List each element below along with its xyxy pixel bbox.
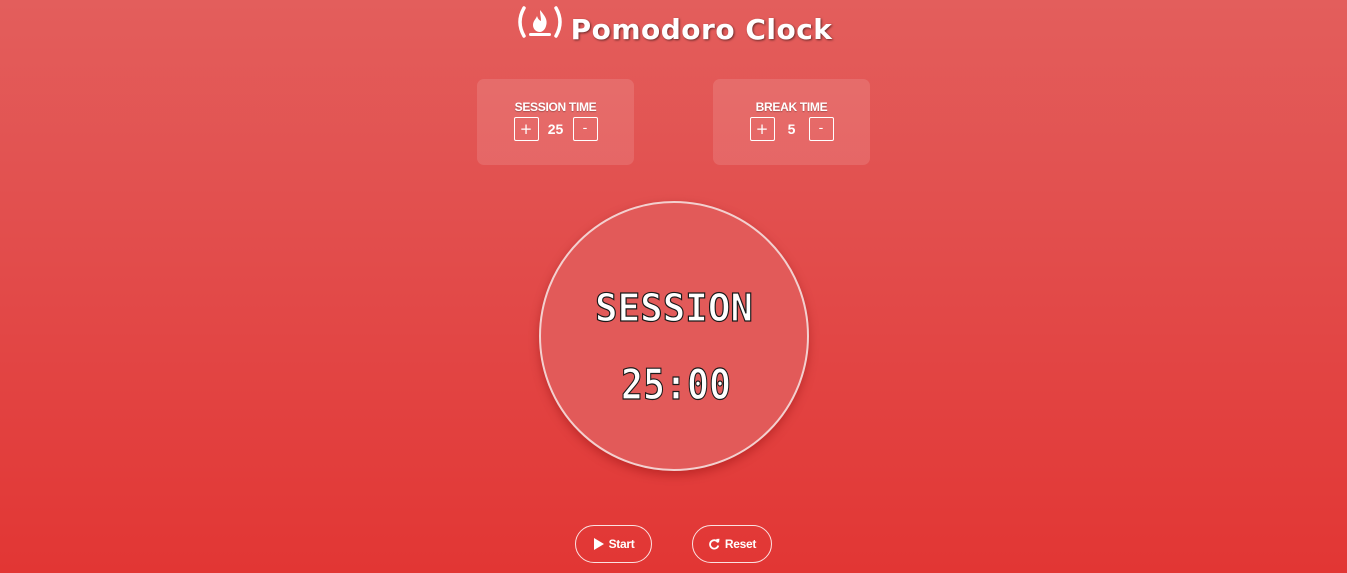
app-title-text: Pomodoro Clock [570,13,833,46]
clock-time-display: 25:00 [621,360,731,409]
start-button-label: Start [608,537,635,551]
break-time-stepper: + 5 - [713,117,870,141]
break-time-panel: BREAK TIME + 5 - [713,79,870,165]
freecodecamp-flame-icon [515,5,565,52]
session-increase-button[interactable]: + [513,117,539,141]
break-increase-button[interactable]: + [749,117,775,141]
start-button[interactable]: Start [575,525,652,563]
session-time-panel: SESSION TIME + 25 - [477,79,634,165]
break-time-label: BREAK TIME [755,100,828,114]
clock-mode-label: SESSION [595,286,753,330]
clock-face: SESSION 25:00 [539,201,809,471]
reset-button-label: Reset [724,537,757,551]
clock-display: SESSION 25:00 [594,285,753,409]
session-time-label: SESSION TIME [514,100,597,114]
session-time-stepper: + 25 - [477,117,634,141]
break-decrease-button[interactable]: - [808,117,834,141]
play-icon [593,538,604,550]
refresh-icon [709,538,720,550]
session-decrease-button[interactable]: - [572,117,598,141]
break-time-value: 5 [787,121,796,137]
app-title: Pomodoro Clock [0,5,1347,52]
session-time-value: 25 [547,121,564,137]
reset-button[interactable]: Reset [692,525,772,563]
